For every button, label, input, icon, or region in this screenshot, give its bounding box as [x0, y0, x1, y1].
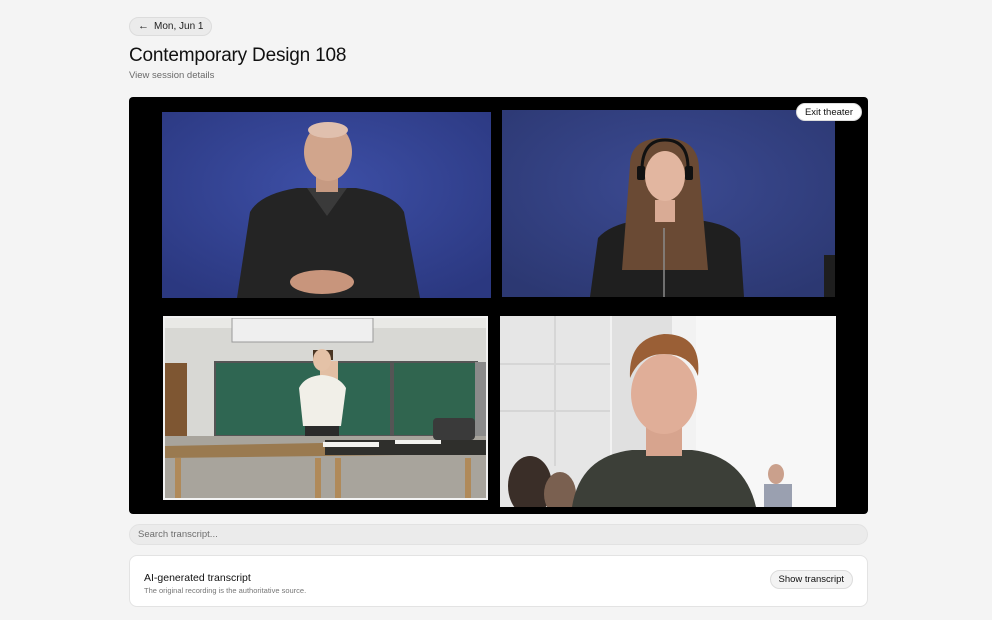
view-session-details-link[interactable]: View session details — [129, 70, 214, 81]
search-transcript-input[interactable] — [129, 524, 868, 545]
session-page: ← Mon, Jun 1 Contemporary Design 108 Vie… — [0, 0, 992, 620]
video-frame — [162, 112, 491, 298]
video-frame — [500, 316, 836, 507]
video-feed-interpreter-man[interactable] — [162, 112, 491, 298]
video-frame — [165, 318, 486, 498]
show-transcript-button[interactable]: Show transcript — [769, 570, 853, 589]
back-button-label: Mon, Jun 1 — [154, 21, 204, 32]
transcript-title: AI-generated transcript — [144, 572, 251, 584]
back-button[interactable]: ← Mon, Jun 1 — [129, 17, 213, 36]
page-title: Contemporary Design 108 — [129, 45, 347, 66]
video-feed-student[interactable] — [500, 316, 836, 507]
transcript-card: AI-generated transcript The original rec… — [129, 555, 868, 607]
video-feed-interpreter-woman[interactable] — [502, 110, 835, 297]
transcript-disclaimer: The original recording is the authoritat… — [144, 586, 307, 595]
video-frame — [502, 110, 835, 297]
video-theater: Exit theater — [129, 97, 868, 514]
exit-theater-button[interactable]: Exit theater — [795, 103, 862, 121]
arrow-left-icon: ← — [138, 20, 149, 32]
video-feed-lecturer[interactable] — [163, 316, 488, 500]
